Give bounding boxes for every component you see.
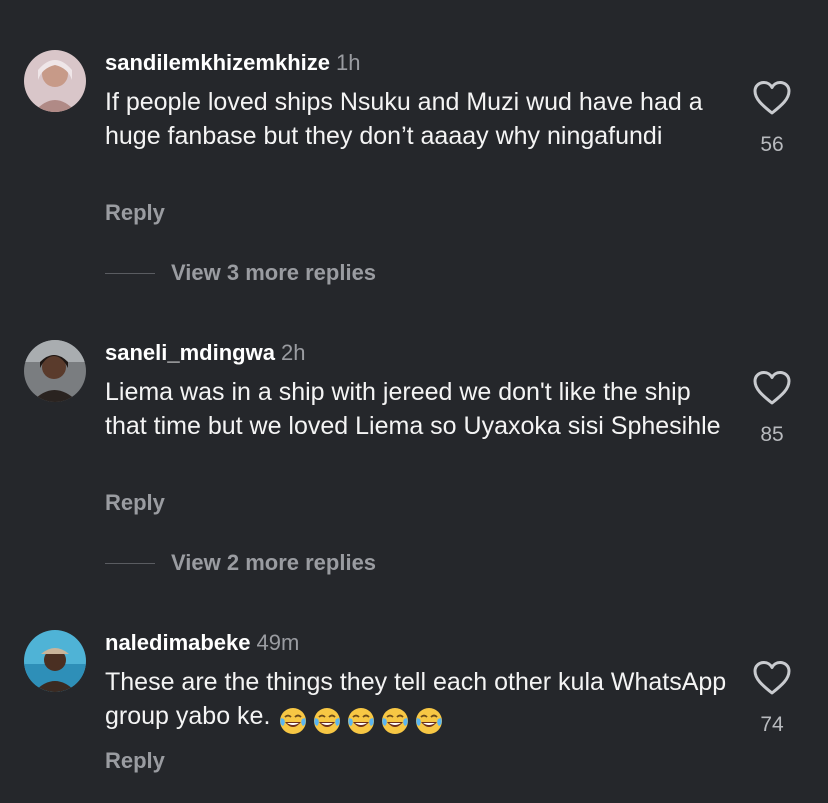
timestamp: 1h [335,50,361,75]
view-replies-label: View 2 more replies [171,550,377,575]
username[interactable]: sandilemkhizemkhize [105,50,330,75]
tears-of-joy-emoji [416,708,443,735]
avatar[interactable] [24,630,86,692]
comment-text: If people loved ships Nsuku and Muzi wud… [105,88,703,150]
avatar-image [24,340,86,402]
comment-text: Liema was in a ship with jereed we don't… [105,378,721,440]
reply-button[interactable]: Reply [105,748,165,774]
view-more-replies[interactable]: View 3 more replies [105,258,376,288]
timestamp: 2h [280,340,306,365]
reply-button[interactable]: Reply [105,490,165,516]
avatar-image [24,630,86,692]
tears-of-joy-emoji [348,708,375,735]
comment-meta: sandilemkhizemkhize 1h [105,50,360,76]
comment-meta: naledimabeke 49m [105,630,299,656]
tears-of-joy-emoji-row [278,703,448,737]
username[interactable]: saneli_mdingwa [105,340,275,365]
username[interactable]: naledimabeke [105,630,251,655]
heart-outline-icon[interactable] [752,370,792,406]
reply-button[interactable]: Reply [105,200,165,226]
tears-of-joy-emoji [382,708,409,735]
heart-outline-icon[interactable] [752,80,792,116]
avatar-image [24,50,86,112]
avatar[interactable] [24,340,86,402]
comment-meta: saneli_mdingwa 2h [105,340,305,366]
comment-text: These are the things they tell each othe… [105,665,730,737]
view-replies-label: View 3 more replies [171,260,377,285]
divider-line [105,562,155,564]
like-count: 56 [760,133,784,156]
heart-outline-icon[interactable] [752,660,792,696]
like-count: 74 [760,713,784,736]
timestamp: 49m [256,630,300,655]
avatar[interactable] [24,50,86,112]
tears-of-joy-emoji [280,708,307,735]
tears-of-joy-emoji [314,708,341,735]
divider-line [105,272,155,274]
like-count: 85 [760,423,784,446]
view-more-replies[interactable]: View 2 more replies [105,548,376,578]
